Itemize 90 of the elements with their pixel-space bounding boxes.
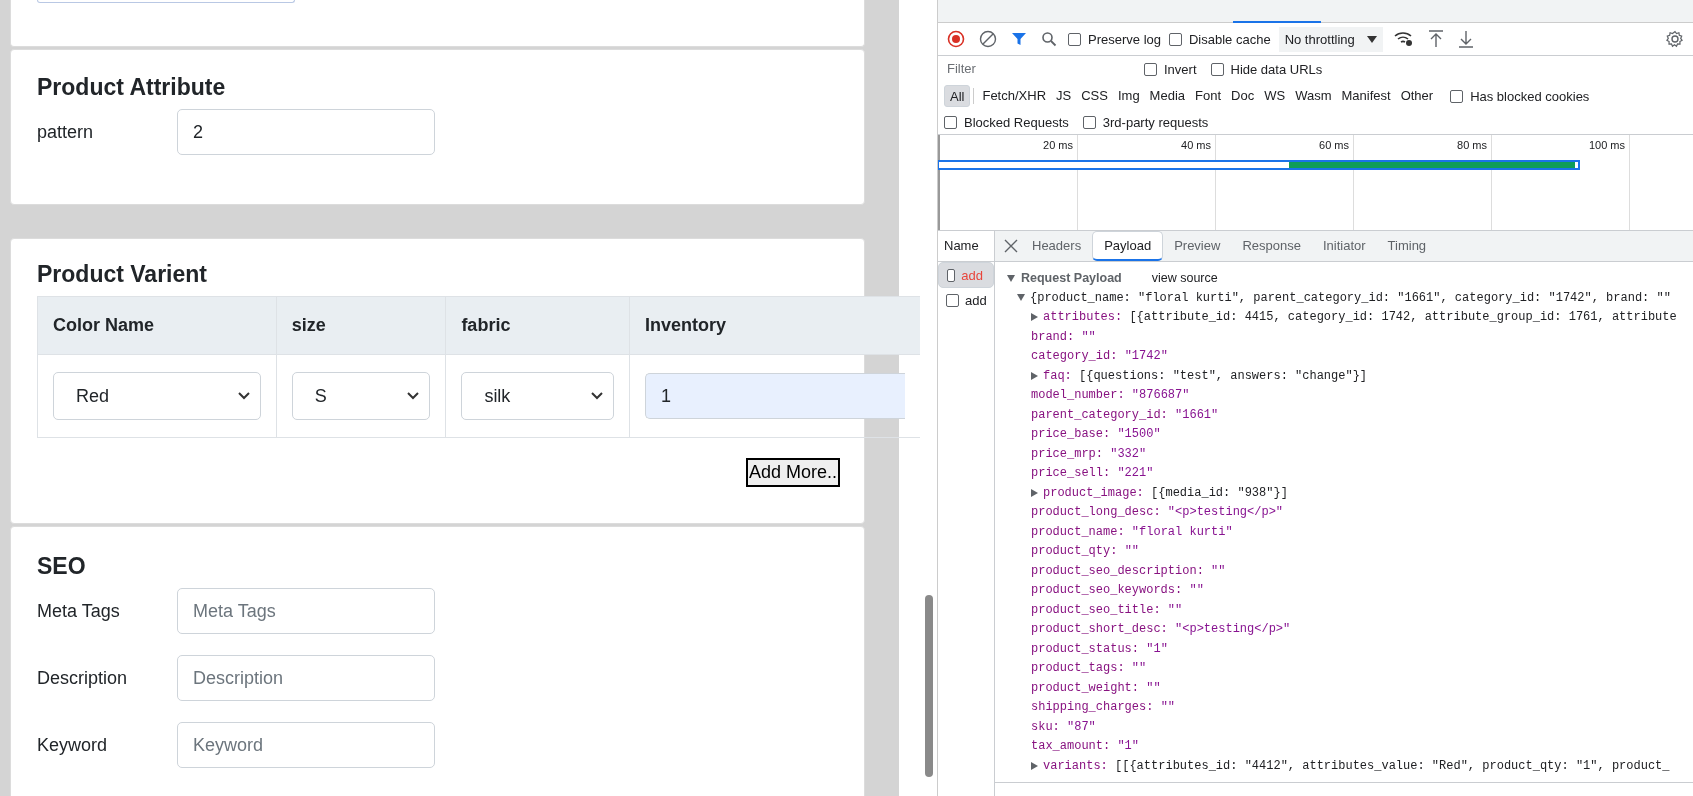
payload-property: price_sell: "221"	[1031, 466, 1154, 481]
field-label: Description	[37, 667, 129, 689]
payload-property: price_mrp: "332"	[1031, 446, 1147, 461]
input-field[interactable]: 1	[645, 373, 905, 419]
payload-property: variants: [[{attributes_id: "4412", attributes_value: "Red", product_qty: "1", product_	[1043, 758, 1670, 773]
checkbox[interactable]: Preserve log	[1068, 31, 1161, 47]
view-source-link[interactable]: view source	[1151, 271, 1218, 285]
payload-property: parent_category_id: "1661"	[1031, 407, 1219, 422]
tick-label: 80 ms	[1457, 139, 1487, 151]
section-title: SEO	[37, 553, 87, 580]
payload-property: tax_amount: "1"	[1031, 739, 1140, 754]
chevron-down-icon	[237, 392, 250, 400]
column-header: size	[276, 296, 446, 355]
payload-property: faq: [{questions: "test", answers: "change"}]	[1043, 368, 1368, 383]
detail-tab[interactable]: Headers	[1021, 231, 1093, 261]
checkbox[interactable]: Invert	[1144, 61, 1197, 77]
payload-property: product_short_desc: "<p>testing</p>"	[1031, 622, 1291, 637]
type-filter-tab[interactable]: Img	[1112, 85, 1145, 107]
checkbox[interactable]: 3rd-party requests	[1082, 114, 1209, 130]
chevron-down-icon	[591, 392, 603, 400]
add-more-button[interactable]: Add More..	[745, 458, 840, 487]
detail-tab[interactable]: Preview	[1163, 231, 1232, 261]
type-filter-tab[interactable]: Media	[1144, 85, 1191, 107]
throttling-dropdown[interactable]: No throttling	[1278, 26, 1383, 52]
detail-tab[interactable]: Timing	[1376, 231, 1438, 261]
tick-label: 100 ms	[1588, 139, 1625, 151]
payload-property: product_image: [{media_id: "938"}]	[1043, 485, 1288, 500]
payload-property: sku: "87"	[1031, 719, 1096, 734]
payload-property: product_qty: ""	[1031, 544, 1140, 559]
payload-property: product_status: "1"	[1031, 641, 1168, 656]
type-filter-tab[interactable]: Other	[1395, 85, 1439, 107]
checkbox[interactable]: Blocked Requests	[944, 114, 1069, 130]
payload-property: product_tags: ""	[1031, 661, 1147, 676]
payload-property: product_seo_description: ""	[1031, 563, 1226, 578]
type-filter-tab[interactable]: Doc	[1226, 85, 1260, 107]
payload-property: product_weight: ""	[1031, 680, 1161, 695]
expand-arrow-icon[interactable]	[1031, 488, 1038, 497]
payload-property: shipping_charges: ""	[1031, 700, 1176, 715]
section-title: Product Attribute	[37, 74, 227, 101]
tick-label: 40 ms	[1181, 139, 1211, 151]
field-label: pattern	[37, 121, 95, 143]
tick-label: 60 ms	[1319, 139, 1349, 151]
expand-arrow-icon[interactable]	[1031, 371, 1038, 380]
select-field[interactable]: S	[291, 372, 431, 420]
detail-tab[interactable]: Initiator	[1311, 231, 1377, 261]
input-field[interactable]: Description	[177, 655, 435, 701]
input-field[interactable]: 2	[177, 109, 435, 155]
type-filter-tab[interactable]: WS	[1259, 85, 1291, 107]
column-header: Inventory	[629, 296, 920, 355]
type-filter-tab[interactable]: All	[944, 85, 971, 107]
input-field[interactable]: Meta Tags	[177, 588, 435, 634]
section-title: Product Varient	[37, 261, 208, 288]
expand-arrow-icon[interactable]	[1031, 761, 1038, 770]
select-field[interactable]: Red	[53, 372, 261, 420]
payload-property: category_id: "1742"	[1031, 349, 1168, 364]
column-header: fabric	[445, 296, 630, 355]
expand-arrow-icon[interactable]	[1007, 274, 1015, 282]
expand-arrow-icon[interactable]	[1031, 313, 1038, 322]
expand-arrow-icon[interactable]	[1017, 294, 1025, 302]
payload-property: brand: ""	[1031, 329, 1096, 344]
select-field[interactable]: silk	[461, 372, 614, 420]
field-label: Keyword	[37, 734, 109, 756]
type-filter-tab[interactable]: CSS	[1076, 85, 1113, 107]
type-filter-tab[interactable]: JS	[1051, 85, 1077, 107]
checkbox[interactable]: Hide data URLs	[1210, 61, 1323, 77]
payload-property: product_seo_keywords: ""	[1031, 583, 1204, 598]
payload-property: product_long_desc: "<p>testing</p>"	[1031, 505, 1284, 520]
section-title: Request Payload	[1021, 271, 1122, 285]
type-filter-tab[interactable]: Wasm	[1290, 85, 1337, 107]
type-filter-tab[interactable]: Fetch/XHR	[977, 85, 1052, 107]
checkbox[interactable]: Has blocked cookies	[1450, 88, 1590, 104]
tick-label: 20 ms	[1043, 139, 1073, 151]
payload-property: attributes: [{attribute_id: 4415, category_id: 1742, attribute_group_id: 1761, attribute	[1043, 310, 1677, 325]
detail-tab[interactable]: Payload	[1092, 231, 1164, 261]
payload-summary: {product_name: "floral kurti", parent_category_id: "1661", category_id: "1742", brand: ""	[1030, 290, 1671, 305]
payload-property: model_number: "876687"	[1031, 388, 1190, 403]
checkbox[interactable]: Disable cache	[1169, 31, 1271, 47]
input-field[interactable]: Keyword	[177, 722, 435, 768]
request-row[interactable]: add	[938, 288, 994, 312]
type-filter-tab[interactable]: Font	[1190, 85, 1227, 107]
dropdown-arrow-icon	[1366, 35, 1377, 43]
payload-property: product_seo_title: ""	[1031, 602, 1183, 617]
payload-property: product_name: "floral kurti"	[1031, 524, 1233, 539]
type-filter-tab[interactable]: Manifest	[1336, 85, 1396, 107]
chevron-down-icon	[407, 392, 420, 400]
field-label: Meta Tags	[37, 600, 121, 622]
detail-tab[interactable]: Response	[1231, 231, 1312, 261]
column-header: Color Name	[37, 296, 277, 355]
payload-property: price_base: "1500"	[1031, 427, 1161, 442]
scrollbar[interactable]	[925, 595, 933, 777]
